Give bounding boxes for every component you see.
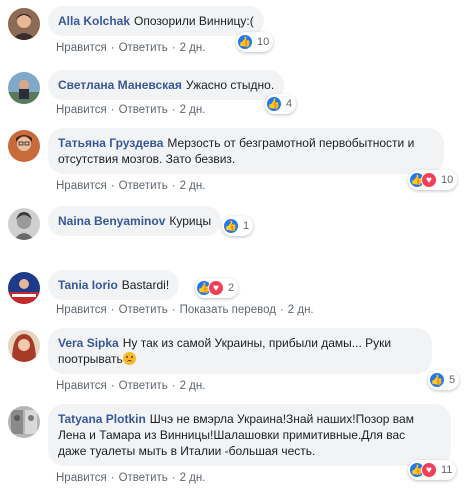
reactions-badge[interactable]: 👍 ♥ 2 [195,278,239,298]
avatar[interactable] [8,208,40,240]
timestamp[interactable]: 2 дн. [180,180,206,192]
comment-text-line2: отсутствия мозгов. Зато безвиз. [58,152,236,166]
reactions-badge[interactable]: 👍 10 [236,32,274,52]
reply-link[interactable]: Ответить [119,42,168,54]
comment-bubble: Светлана Маневская Ужасно стыдно. [48,70,285,100]
reactions-badge[interactable]: 👍 5 [428,370,460,390]
reactions-count: 10 [441,174,454,186]
comment-bubble: Tatyana Plotkin Шчэ не вмэрла Украина!Зна… [48,404,451,466]
reactions-count: 2 [228,282,235,294]
like-link[interactable]: Нравится [56,42,107,54]
reply-link[interactable]: Ответить [119,380,168,392]
like-link[interactable]: Нравится [56,380,107,392]
like-link[interactable]: Нравится [56,180,107,192]
comment-text: Ужасно стыдно. [185,78,275,92]
comment-actions: Нравится · Ответить · 2 дн. [56,472,206,484]
reply-link[interactable]: Ответить [119,304,168,316]
reply-link[interactable]: Ответить [119,104,168,116]
reply-link[interactable]: Ответить [119,472,168,484]
like-reaction-icon: 👍 [237,34,253,50]
reactions-badge[interactable]: 👍 1 [222,216,254,236]
comment-text: Опозорили Винницу:( [134,14,254,28]
love-reaction-icon: ♥ [208,280,224,296]
avatar[interactable] [8,8,40,40]
comment-bubble: Tania Iorio Bastardi! [48,270,180,300]
comment-bubble: Татьяна Груздева Мерзость от безграмотной… [48,128,444,174]
comment-actions: Нравится · Ответить · 2 дн. [56,180,206,192]
reactions-badge[interactable]: 👍 ♥ 10 [408,170,458,190]
comment-text: Ну так из самой Украины, прибыли дамы...… [122,336,392,350]
reactions-count: 5 [449,374,456,386]
comment-actions: Нравится · Ответить · 2 дн. [56,380,206,392]
author-name[interactable]: Татьяна Груздева [58,136,163,150]
timestamp[interactable]: 2 дн. [288,304,314,316]
reactions-badge[interactable]: 👍 4 [265,94,297,114]
author-name[interactable]: Naina Benyaminov [58,214,165,228]
author-name[interactable]: Светлана Маневская [58,78,182,92]
comment-bubble: Vera Sipka Ну так из самой Украины, прибы… [48,328,432,374]
comment-text-line2: поотрывать [58,352,123,366]
reactions-count: 4 [286,98,293,110]
avatar[interactable] [8,272,40,304]
timestamp[interactable]: 2 дн. [180,104,206,116]
sad-face-icon [122,352,136,365]
like-link[interactable]: Нравится [56,472,107,484]
reactions-count: 10 [257,36,270,48]
comment-text-line3: даже туалеты мыть в Италии -большая чест… [58,444,316,458]
avatar[interactable] [8,72,40,104]
love-reaction-icon: ♥ [421,462,437,478]
comment-text: Мерзость от безграмотной первобытности и [167,136,415,150]
like-link[interactable]: Нравится [56,104,107,116]
avatar[interactable] [8,130,40,162]
reactions-count: 11 [441,464,453,476]
comment-bubble: Alla Kolchak Опозорили Винницу:( [48,6,264,36]
timestamp[interactable]: 2 дн. [180,42,206,54]
author-name[interactable]: Tatyana Plotkin [58,412,146,426]
author-name[interactable]: Tania Iorio [58,278,118,292]
avatar[interactable] [8,406,40,438]
like-reaction-icon: 👍 [266,96,282,112]
like-reaction-icon: 👍 [429,372,445,388]
love-reaction-icon: ♥ [421,172,437,188]
comment-actions: Нравится · Ответить · 2 дн. [56,104,206,116]
comment-bubble: Naina Benyaminov Курицы [48,206,222,236]
author-name[interactable]: Vera Sipka [58,336,119,350]
comment-text-line2: Лена и Тамара из Винницы!Шалашовки прими… [58,428,406,442]
timestamp[interactable]: 2 дн. [180,472,206,484]
comment-text: Курицы [169,214,212,228]
comment-text: Шчэ не вмэрла Украина!Знай наших!Позор в… [149,412,414,426]
timestamp[interactable]: 2 дн. [180,380,206,392]
comment-actions: Нравится · Ответить · 2 дн. [56,42,206,54]
avatar[interactable] [8,330,40,362]
author-name[interactable]: Alla Kolchak [58,14,130,28]
reply-link[interactable]: Ответить [119,180,168,192]
comment-text: Bastardi! [121,278,170,292]
translate-link[interactable]: Показать перевод [180,304,276,316]
reactions-count: 1 [243,220,250,232]
reactions-badge[interactable]: 👍 ♥ 11 [408,460,457,480]
like-link[interactable]: Нравится [56,304,107,316]
like-reaction-icon: 👍 [223,218,239,234]
comment-actions: Нравится · Ответить · Показать перевод · 2 дн. [56,304,314,316]
